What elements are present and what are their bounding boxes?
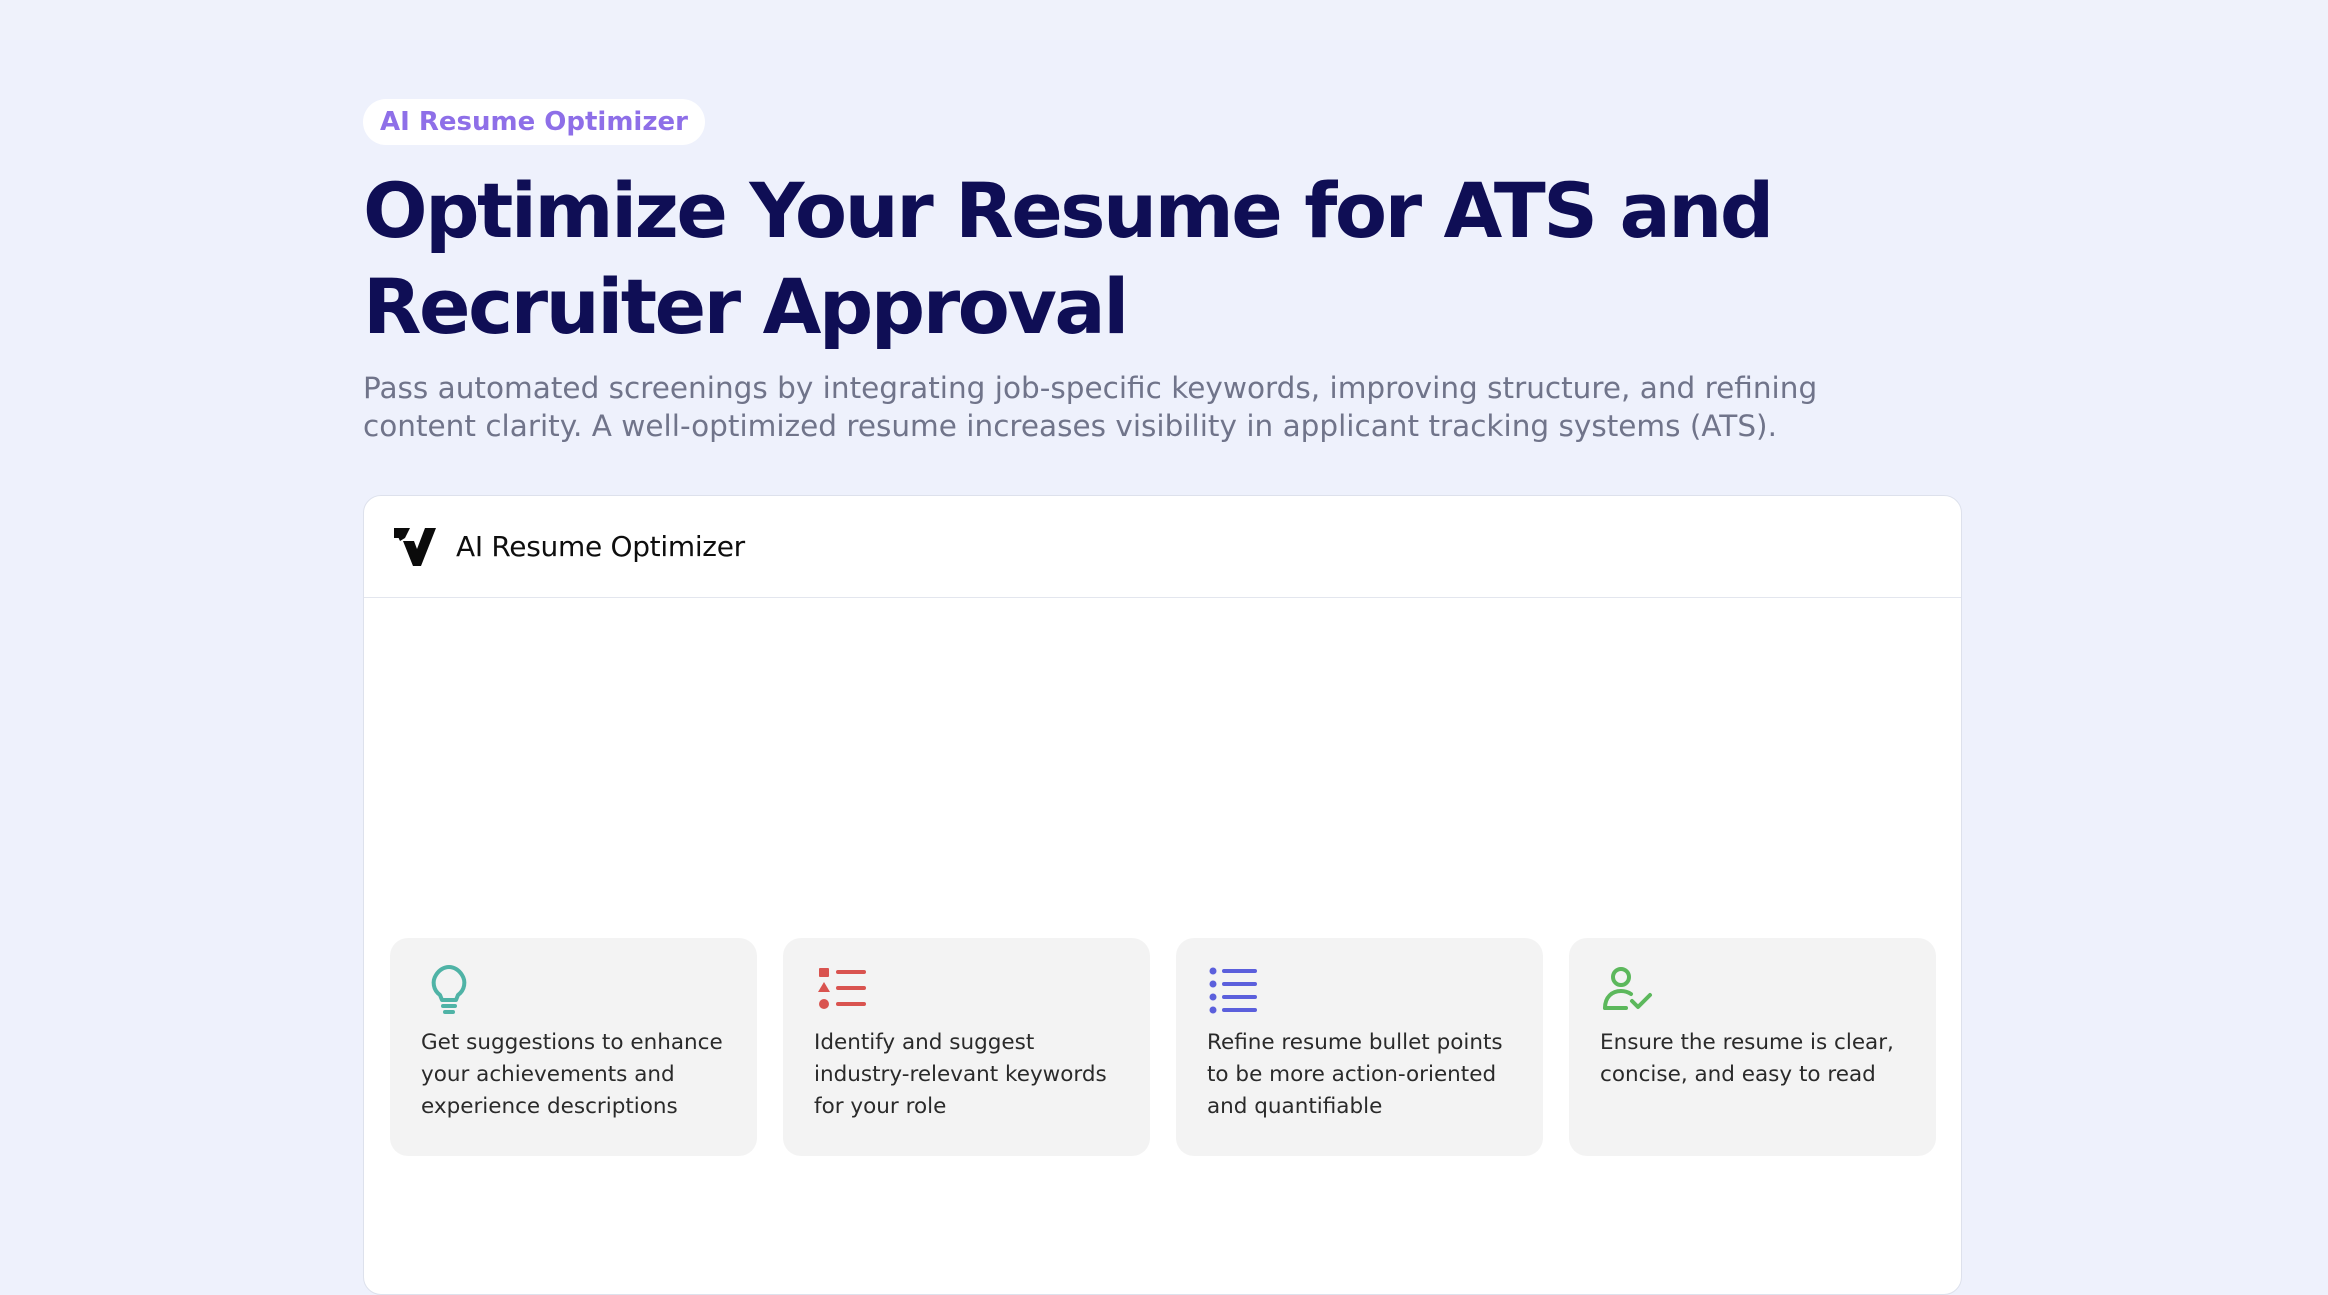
feature-cards: Get suggestions to enhance your achievem…	[390, 938, 1936, 1156]
user-check-icon	[1603, 967, 1652, 1010]
hero-badge: AI Resume Optimizer	[363, 99, 705, 145]
page-title: Optimize Your Resume for ATS and Recruit…	[363, 166, 1774, 351]
hero-section: AI Resume Optimizer Optimize Your Resume…	[363, 99, 1963, 445]
feature-card-bullet-points[interactable]: Refine resume bullet points to be more a…	[1176, 938, 1543, 1156]
bullet-list-icon	[1209, 967, 1257, 1014]
app-window: AI Resume Optimizer Get suggestions to e…	[363, 495, 1962, 1295]
app-title: AI Resume Optimizer	[456, 530, 745, 563]
list-shapes-icon	[818, 968, 866, 1009]
feature-card-text: Identify and suggest industry-relevant k…	[814, 1030, 1107, 1119]
top-band	[0, 0, 2328, 40]
page-subtitle: Pass automated screenings by integrating…	[363, 371, 1818, 443]
feature-card-keywords[interactable]: Identify and suggest industry-relevant k…	[783, 938, 1150, 1156]
feature-card-text: Get suggestions to enhance your achievem…	[421, 1030, 723, 1119]
lightbulb-icon	[431, 965, 467, 1014]
feature-card-achievements[interactable]: Get suggestions to enhance your achievem…	[390, 938, 757, 1156]
feature-card-clarity[interactable]: Ensure the resume is clear, concise, and…	[1569, 938, 1936, 1156]
feature-card-text: Ensure the resume is clear, concise, and…	[1600, 1030, 1894, 1087]
v-logo-icon	[394, 527, 436, 566]
app-header: AI Resume Optimizer	[364, 496, 1961, 598]
feature-card-text: Refine resume bullet points to be more a…	[1207, 1030, 1503, 1119]
